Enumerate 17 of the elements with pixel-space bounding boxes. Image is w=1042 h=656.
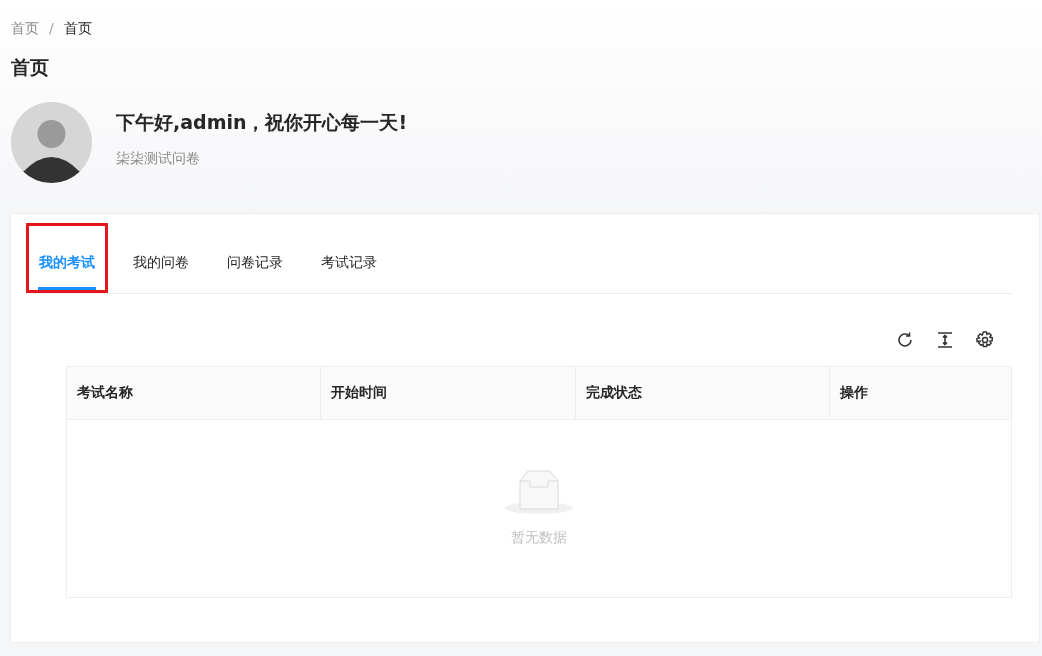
column-header: 开始时间 [321, 366, 576, 419]
tab[interactable]: 我的问卷 [132, 251, 190, 290]
column-header: 考试名称 [67, 366, 321, 419]
greeting-text: 下午好,admin，祝你开心每一天! [116, 109, 408, 135]
empty-inbox-icon [504, 468, 574, 515]
row-height-icon[interactable] [935, 329, 955, 350]
empty-message: 暂无数据 [511, 527, 567, 547]
breadcrumb-separator: / [48, 19, 55, 38]
tab[interactable]: 问卷记录 [226, 251, 284, 290]
breadcrumb-link[interactable]: 首页 [11, 18, 39, 39]
column-header: 完成状态 [576, 366, 830, 419]
settings-icon[interactable] [975, 329, 995, 350]
greeting-subtitle: 柒柒测试问卷 [116, 149, 201, 168]
breadcrumb-current: 首页 [63, 19, 92, 38]
tab[interactable]: 考试记录 [320, 251, 378, 290]
page-title: 首页 [11, 55, 50, 80]
column-header: 操作 [830, 366, 1011, 419]
